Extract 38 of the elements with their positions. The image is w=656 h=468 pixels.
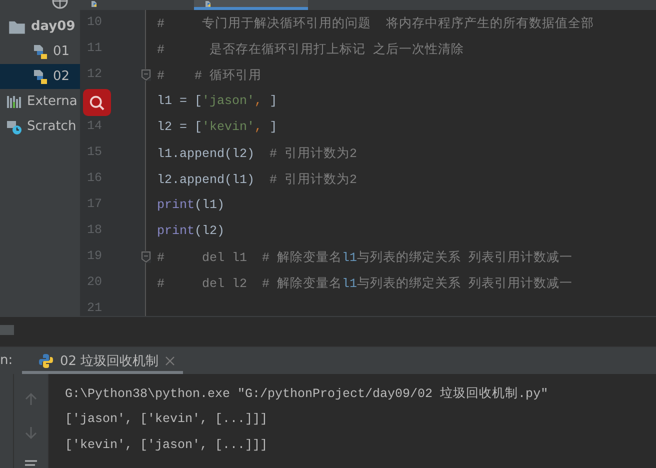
python-file-icon: [90, 0, 98, 8]
console-line: G:\Python38\python.exe "G:/pythonProject/day09/02 垃圾回收机制.py": [65, 386, 548, 402]
python-icon: [38, 352, 54, 368]
tree-item[interactable]: Scratch: [0, 114, 80, 139]
close-icon[interactable]: [164, 356, 175, 366]
code-line: # # 循环引用: [157, 68, 262, 84]
code-line: l2 = ['kevin', ]: [157, 120, 278, 134]
code-line: l1.append(l2) # 引用计数为2: [157, 146, 358, 162]
code-line: # 专门用于解决循环引用的问题 将内存中程序产生的所有数据值全部: [157, 16, 594, 32]
fold-icon[interactable]: [141, 69, 151, 81]
tree-item[interactable]: day09: [0, 14, 80, 39]
python-file-icon: [32, 44, 48, 60]
python-file-icon: [204, 0, 212, 8]
code-line: l2.append(l1) # 引用计数为2: [157, 172, 358, 188]
python-file-icon: [32, 68, 48, 84]
up-arrow-icon[interactable]: [24, 392, 38, 406]
search-icon: [88, 94, 106, 112]
code-line: # 是否存在循环引用打上标记 之后一次性清除: [157, 42, 464, 58]
scrollbar-thumb[interactable]: [0, 325, 14, 335]
code-line: print(l1): [157, 198, 225, 212]
search-button[interactable]: [83, 89, 111, 116]
console-line: ['kevin', ['jason', [...]]]: [65, 437, 269, 454]
wrap-icon[interactable]: [24, 460, 38, 468]
code-line: # del l2 # 解除变量名 l1与列表的绑定关系 列表引用计数减一: [157, 276, 573, 292]
fold-icon[interactable]: [141, 251, 151, 263]
tree-item[interactable]: 01: [0, 39, 80, 64]
console-line: ['jason', ['kevin', [...]]]: [65, 411, 269, 428]
library-icon: [6, 94, 22, 110]
scratch-file-icon: [6, 118, 22, 134]
run-label: n:: [0, 353, 14, 368]
run-tab[interactable]: 02 垃圾回收机制: [22, 347, 183, 374]
down-arrow-icon[interactable]: [24, 426, 38, 440]
tree-item[interactable]: Externa: [0, 89, 80, 114]
code-line: print(l2): [157, 224, 225, 238]
code-line: # del l1 # 解除变量名 l1与列表的绑定关系 列表引用计数减一: [157, 250, 573, 266]
editor-tab[interactable]: [194, 0, 308, 10]
tree-item[interactable]: 02: [0, 64, 80, 89]
code-line: l1 = ['jason', ]: [157, 94, 278, 108]
